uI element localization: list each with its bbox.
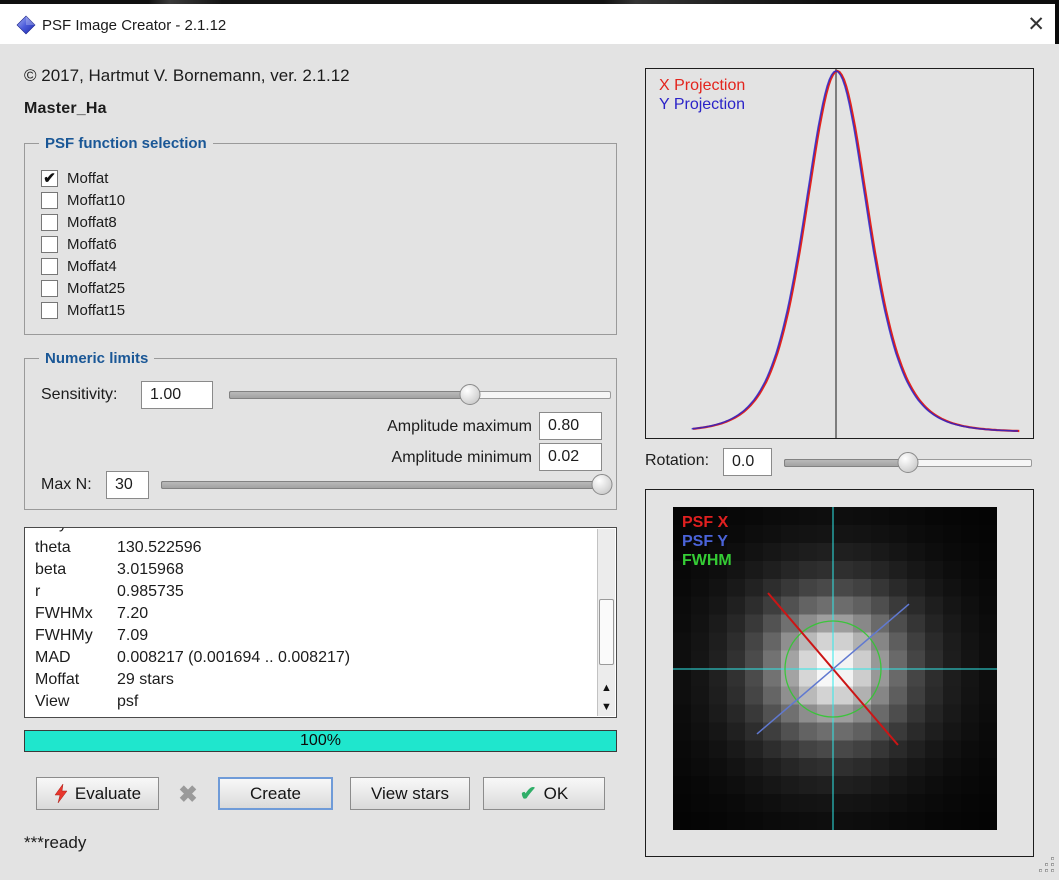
evaluate-label: Evaluate (74, 783, 142, 803)
amplitude-minimum-label: Amplitude minimum (391, 449, 532, 466)
resize-grip[interactable] (1038, 856, 1056, 874)
progress-bar: 100% (24, 730, 617, 752)
max-n-label: Max N: (41, 476, 92, 493)
psf-legend-x: PSF X (682, 514, 729, 531)
target-image-name: Master_Ha (24, 100, 107, 117)
slider-fill (161, 481, 602, 489)
close-button[interactable]: ✕ (1027, 13, 1045, 37)
checkbox-row[interactable]: Moffat4 (41, 255, 117, 277)
psf-legend-fwhm: FWHM (682, 552, 732, 569)
sensitivity-label: Sensitivity: (41, 386, 118, 403)
amplitude-maximum-input[interactable]: 0.80 (539, 412, 602, 440)
sensitivity-slider[interactable] (229, 384, 611, 405)
status-text: ***ready (24, 833, 87, 852)
lightning-icon (54, 784, 68, 803)
scroll-up-arrow[interactable]: ▲ (598, 678, 615, 697)
result-row: theta 130.522596 (35, 539, 202, 556)
plot-legend-x: X Projection (659, 77, 746, 94)
checkbox-label: Moffat25 (67, 279, 126, 297)
scroll-down-arrow[interactable]: ▼ (598, 697, 615, 716)
psf-view-panel: PSF X PSF Y FWHM (645, 489, 1034, 857)
scrollbar-thumb[interactable] (599, 599, 614, 665)
amplitude-maximum-label: Amplitude maximum (387, 418, 532, 435)
checkbox-label: Moffat4 (67, 257, 117, 275)
app-window: PSF Image Creator - 2.1.12 ✕ © 2017, Har… (0, 0, 1059, 880)
plot-legend-y: Y Projection (659, 96, 745, 113)
checkbox[interactable] (41, 279, 58, 297)
checkbox-row[interactable]: ✔ Moffat (41, 167, 108, 189)
projection-plot: X Projection Y Projection (645, 68, 1034, 439)
checkbox-label: Moffat15 (67, 301, 126, 319)
slider-thumb[interactable] (897, 452, 919, 473)
result-row: Moffat 29 stars (35, 671, 174, 688)
title-bar: PSF Image Creator - 2.1.12 ✕ (0, 4, 1059, 44)
create-button[interactable]: Create (218, 777, 333, 810)
check-icon: ✔ (519, 783, 537, 805)
app-icon (16, 15, 36, 35)
sensitivity-input[interactable]: 1.00 (141, 381, 213, 409)
rotation-slider[interactable] (784, 452, 1032, 473)
slider-thumb[interactable] (591, 474, 613, 495)
ok-button[interactable]: ✔ OK (483, 777, 605, 810)
result-row: View psf (35, 693, 139, 710)
ok-label: OK (543, 783, 569, 803)
checkbox-row[interactable]: Moffat25 (41, 277, 125, 299)
progress-label: 100% (300, 732, 341, 749)
psf-image: PSF X PSF Y FWHM (673, 507, 997, 830)
checkbox[interactable]: ✔ (41, 169, 58, 187)
rotation-label: Rotation: (645, 452, 710, 469)
rotation-input[interactable]: 0.0 (723, 448, 772, 476)
evaluate-button[interactable]: Evaluate (36, 777, 159, 810)
copyright-text: © 2017, Hartmut V. Bornemann, ver. 2.1.1… (24, 66, 350, 85)
checkbox[interactable] (41, 301, 58, 319)
view-stars-button[interactable]: View stars (350, 777, 470, 810)
psf-legend-y: PSF Y (682, 533, 728, 550)
slider-thumb[interactable] (459, 384, 481, 405)
max-n-slider[interactable] (161, 474, 613, 495)
results-text: y theta130.522596 beta3.015968 r0.985735 FW… (35, 528, 596, 717)
results-log: y theta130.522596 beta3.015968 r0.985735 FW… (24, 527, 617, 718)
max-n-input[interactable]: 30 (106, 471, 149, 499)
checkbox[interactable] (41, 257, 58, 275)
checkbox-label: Moffat (67, 169, 109, 187)
numeric-limits-group: Numeric limits Sensitivity: 1.00 Amplitu… (24, 350, 617, 510)
checkbox-row[interactable]: Moffat8 (41, 211, 117, 233)
desktop-corner (1055, 0, 1059, 44)
result-row: MAD 0.008217 (0.001694 .. 0.008217) (35, 649, 351, 666)
checkbox-row[interactable]: Moffat6 (41, 233, 117, 255)
checkbox[interactable] (41, 191, 58, 209)
cancel-x-icon: ✖ (178, 780, 198, 807)
result-row: FWHMx 7.20 (35, 605, 149, 622)
result-row: beta 3.015968 (35, 561, 184, 578)
projection-curves (691, 69, 1020, 438)
create-label: Create (249, 783, 302, 803)
psf-function-group: PSF function selection ✔ Moffat Moffat10 Mo… (24, 135, 617, 335)
window-title: PSF Image Creator - 2.1.12 (42, 17, 227, 34)
results-partial-line: y (35, 528, 596, 537)
psf-function-group-title: PSF function selection (39, 135, 213, 152)
checkbox-label: Moffat8 (67, 213, 117, 231)
checkbox-label: Moffat10 (67, 191, 126, 209)
slider-fill (784, 459, 908, 467)
checkbox-label: Moffat6 (67, 235, 117, 253)
result-row: FWHMy 7.09 (35, 627, 149, 644)
slider-fill (229, 391, 470, 399)
checkbox-row[interactable]: Moffat15 (41, 299, 125, 321)
result-row: r 0.985735 (35, 583, 184, 600)
checkbox-row[interactable]: Moffat10 (41, 189, 125, 211)
amplitude-minimum-input[interactable]: 0.02 (539, 443, 602, 471)
view-stars-label: View stars (370, 783, 450, 803)
numeric-limits-group-title: Numeric limits (39, 350, 155, 367)
checkbox[interactable] (41, 235, 58, 253)
scrollbar[interactable]: ▲ ▼ (597, 529, 615, 716)
checkbox[interactable] (41, 213, 58, 231)
